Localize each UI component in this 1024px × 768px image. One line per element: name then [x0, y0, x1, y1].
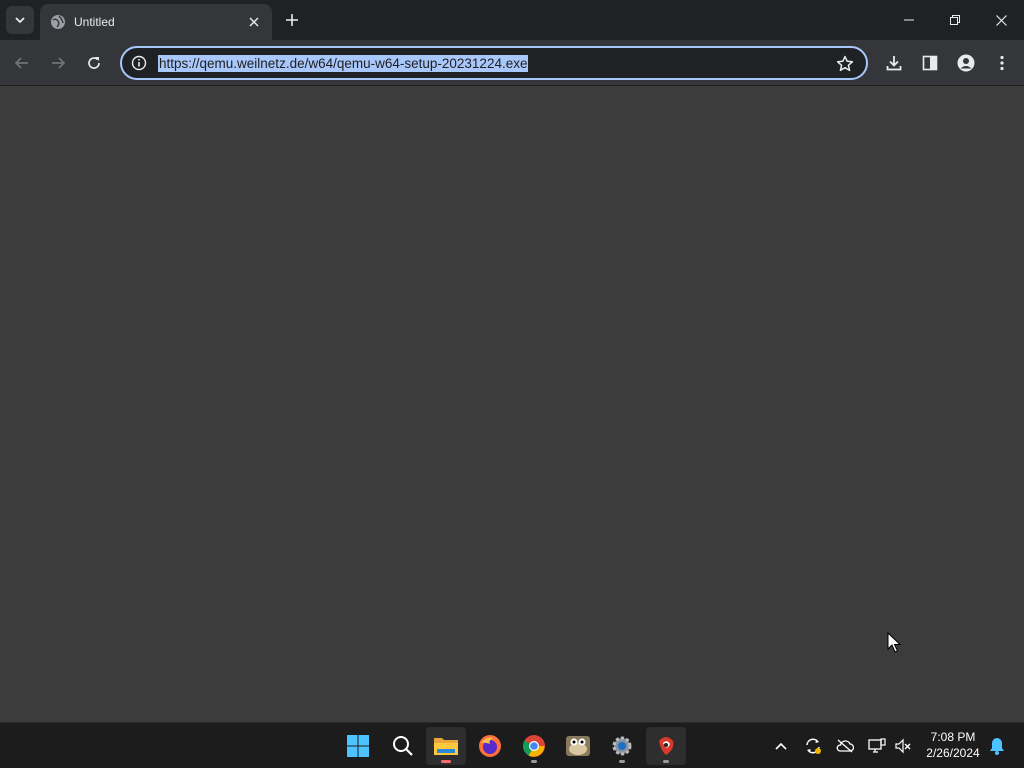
clock-time: 7:08 PM [930, 730, 976, 744]
notifications-button[interactable] [986, 735, 1008, 757]
downloads-button[interactable] [880, 49, 908, 77]
bell-icon [990, 738, 1004, 755]
taskbar-app-gimp[interactable] [558, 727, 598, 765]
browser-toolbar: https://qemu.weilnetz.de/w64/qemu-w64-se… [0, 40, 1024, 86]
sync-tray-button[interactable] [802, 735, 824, 757]
globe-icon [51, 15, 65, 29]
tab-untitled[interactable]: Untitled [40, 4, 272, 40]
side-panel-button[interactable] [916, 49, 944, 77]
show-hidden-icons-button[interactable] [770, 735, 792, 757]
url-text[interactable]: https://qemu.weilnetz.de/w64/qemu-w64-se… [158, 54, 529, 72]
chevron-down-icon [15, 17, 25, 24]
firefox-icon [479, 735, 501, 757]
new-tab-button[interactable] [280, 8, 304, 32]
window-close-button[interactable] [978, 0, 1024, 40]
side-panel-icon [922, 55, 938, 71]
page-content[interactable] [0, 86, 1024, 722]
start-button[interactable] [338, 727, 378, 765]
onedrive-tray-button[interactable] [834, 735, 856, 757]
site-info-button[interactable] [130, 54, 148, 72]
sync-icon [806, 738, 821, 754]
forward-button[interactable] [44, 49, 72, 77]
reload-icon [88, 57, 100, 69]
minimize-button[interactable] [886, 0, 932, 40]
tab-strip: Untitled [0, 0, 1024, 40]
taskbar: 7:08 PM 2/26/2024 [0, 722, 1024, 768]
running-indicator [441, 760, 451, 763]
app-red-icon [659, 737, 674, 755]
cloud-off-icon [836, 739, 854, 753]
taskbar-chrome[interactable] [514, 727, 554, 765]
chevron-up-icon [775, 742, 787, 750]
taskbar-app-red[interactable] [646, 727, 686, 765]
restore-icon [950, 15, 960, 25]
volume-tray-button[interactable] [892, 735, 914, 757]
taskbar-file-explorer[interactable] [426, 727, 466, 765]
running-indicator [619, 760, 625, 763]
arrow-right-icon [52, 57, 66, 69]
back-button[interactable] [8, 49, 36, 77]
taskbar-settings[interactable] [602, 727, 642, 765]
clock-date: 2/26/2024 [926, 746, 980, 760]
taskbar-search-button[interactable] [383, 727, 423, 765]
chrome-icon [523, 735, 545, 757]
volume-muted-icon [895, 738, 911, 754]
taskbar-firefox[interactable] [470, 727, 510, 765]
mouse-cursor-icon [887, 632, 901, 653]
info-icon [131, 55, 147, 71]
plus-icon [286, 14, 298, 26]
tab-search-button[interactable] [6, 6, 34, 34]
network-icon [868, 738, 886, 753]
bookmark-star-icon[interactable] [836, 55, 854, 73]
minimize-icon [904, 19, 914, 21]
address-bar[interactable]: https://qemu.weilnetz.de/w64/qemu-w64-se… [120, 46, 868, 80]
search-icon [393, 736, 413, 756]
network-tray-button[interactable] [866, 735, 888, 757]
tab-close-button[interactable] [246, 14, 262, 30]
gear-icon [612, 736, 632, 756]
running-indicator [531, 760, 537, 763]
tab-title: Untitled [74, 15, 115, 29]
mascot-app-icon [566, 736, 590, 756]
close-icon [249, 17, 259, 27]
more-vertical-icon [1000, 55, 1004, 71]
clock[interactable]: 7:08 PM 2/26/2024 [920, 729, 986, 761]
reload-button[interactable] [80, 49, 108, 77]
close-icon [995, 14, 1007, 26]
menu-button[interactable] [988, 49, 1016, 77]
arrow-left-icon [14, 57, 28, 69]
download-icon [886, 56, 902, 71]
restore-button[interactable] [932, 0, 978, 40]
windows-logo-icon [347, 735, 369, 757]
folder-icon [434, 738, 458, 755]
screen: Untitled https://qemu.weilnetz.de/w64/qe… [0, 0, 1024, 768]
running-indicator [663, 760, 669, 763]
profile-button[interactable] [952, 49, 980, 77]
person-icon [957, 54, 975, 72]
